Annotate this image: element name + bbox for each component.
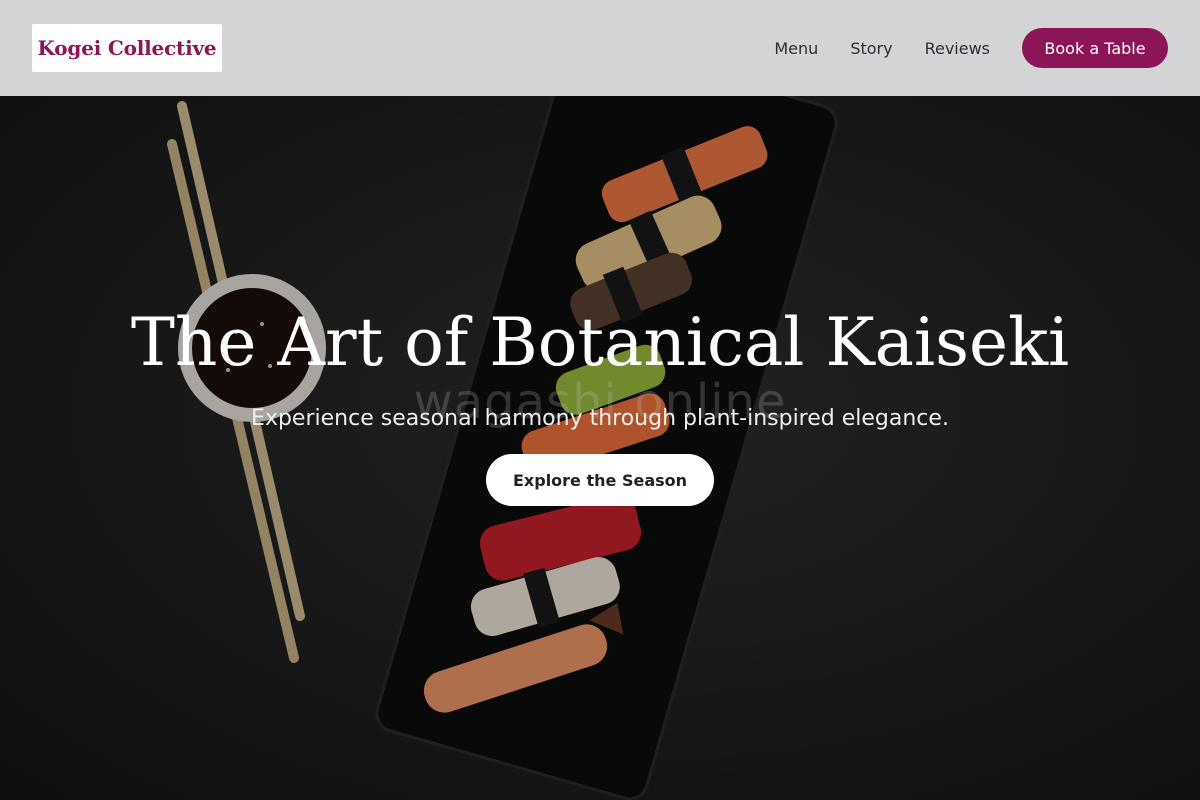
main-nav: Menu Story Reviews Book a Table	[774, 28, 1168, 68]
explore-season-button[interactable]: Explore the Season	[486, 454, 714, 506]
hero-section: wagashi online The Art of Botanical Kais…	[0, 96, 1200, 800]
hero-overlay	[0, 96, 1200, 800]
hero-title: The Art of Botanical Kaiseki	[130, 304, 1070, 381]
nav-link-story[interactable]: Story	[850, 39, 892, 58]
brand-name: Kogei Collective	[37, 36, 217, 60]
site-header: Kogei Collective Menu Story Reviews Book…	[0, 0, 1200, 96]
nav-link-reviews[interactable]: Reviews	[925, 39, 990, 58]
hero-subtitle: Experience seasonal harmony through plan…	[251, 406, 949, 431]
logo[interactable]: Kogei Collective	[32, 24, 222, 72]
nav-link-menu[interactable]: Menu	[774, 39, 818, 58]
book-table-button[interactable]: Book a Table	[1022, 28, 1168, 68]
